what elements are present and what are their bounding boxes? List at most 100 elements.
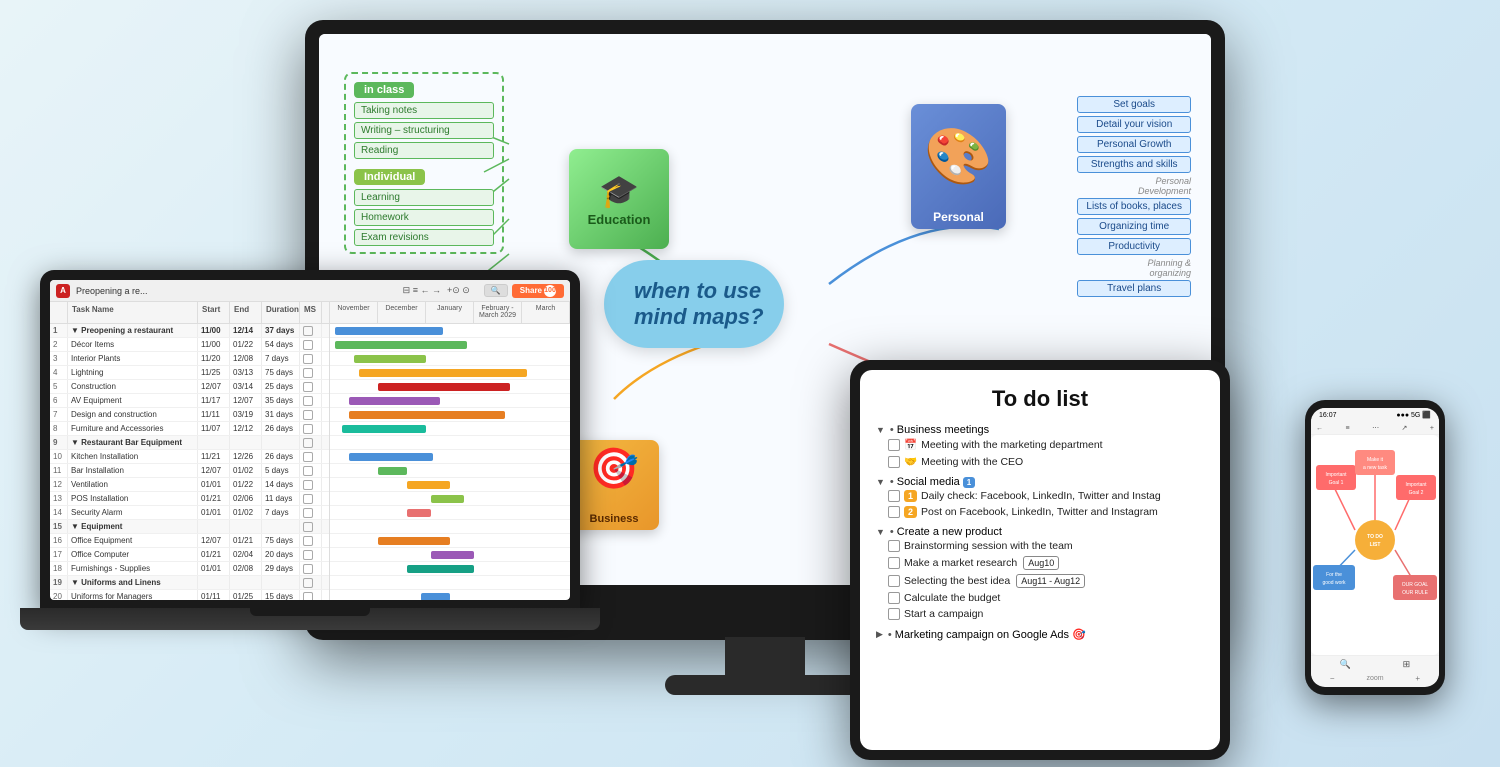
phone-menu[interactable]: ≡ [1345,425,1349,432]
phone-share[interactable]: ↗ [1402,424,1408,432]
section-toggle-sm[interactable]: ▼ • Social media 1 [876,476,1204,488]
time-nov: November [330,302,378,323]
table-row: 7 Design and construction 11/11 03/19 31… [50,408,329,422]
p-personal-growth: Personal Growth [1077,136,1191,153]
item-icon-1: 📅 [904,438,917,451]
item-text-3: Daily check: Facebook, LinkedIn, Twitter… [921,490,1161,502]
expand-arrow-cp: ▼ [876,527,885,537]
col-task: Task Name [68,302,198,323]
gantt-bar [359,369,527,377]
checkbox-8[interactable] [888,592,900,604]
time-dec: December [378,302,426,323]
checkbox-3[interactable] [888,490,900,502]
table-row: 10 Kitchen Installation 11/21 12/26 26 d… [50,450,329,464]
phone-home[interactable]: 🔍 [1340,659,1351,670]
time-jan: January [426,302,474,323]
checkbox-1[interactable] [888,439,900,451]
laptop-base-indent [250,608,370,616]
todo-content: To do list ▼ • Business meetings 📅 Meeti… [860,370,1220,663]
time-feb: February - March 2029 [474,302,522,323]
edu-exam: Exam revisions [354,229,494,246]
phone-zoom-minus[interactable]: − [1330,674,1335,683]
section-marketing: ▶ • Marketing campaign on Google Ads 🎯 [876,628,1204,641]
expand-arrow-mk: ▶ [876,629,883,640]
p-detail-vision: Detail your vision [1077,116,1191,133]
table-row: 12 Ventilation 01/01 01/22 14 days [50,478,329,492]
bar-row [330,352,570,366]
share-button[interactable]: Share 100 [512,284,564,298]
bullet-bm: • [890,424,894,436]
gantt-left-panel: Task Name Start End Duration MS 1 ▼ Preo… [50,302,330,600]
bar-row [330,324,570,338]
item-text-5: Brainstorming session with the team [904,540,1073,552]
edu-reading: Reading [354,142,494,159]
bar-row [330,562,570,576]
bullet-cp: • [890,526,894,538]
phone-zoom-plus[interactable]: + [1415,674,1420,683]
col-ms: MS [300,302,322,323]
individual-badge: Individual [354,169,425,185]
gantt-bar [407,565,474,573]
table-row: 16 Office Equipment 12/07 01/21 75 days [50,534,329,548]
social-badge: 1 [963,477,975,488]
phone-back[interactable]: ← [1316,425,1323,432]
tablet: To do list ▼ • Business meetings 📅 Meeti… [850,360,1230,760]
svg-text:OUR RULE: OUR RULE [1402,590,1429,596]
phone-search[interactable]: ⊞ [1403,659,1411,670]
checkbox-6[interactable] [888,557,900,569]
phone-signal: ●●● 5G ⬛ [1396,411,1431,419]
bar-row [330,450,570,464]
edu-writing: Writing – structuring [354,122,494,139]
search-button[interactable]: 🔍 [484,284,508,297]
gantt-header: A Preopening a re... ⊟ ≡ ← → +⊙ ⊙ 🔍 Shar… [50,280,570,302]
gantt-right-panel: November December January February - Mar… [330,302,570,600]
phone-body: 16:07 ●●● 5G ⬛ ← ≡ ⋯ ↗ + TO DO [1305,400,1445,695]
badge-post: 2 [904,506,917,518]
col-start: Start [198,302,230,323]
item-icon-2: 🤝 [904,455,917,468]
edu-homework: Homework [354,209,494,226]
gantt-bar [407,481,450,489]
phone-more[interactable]: ⋯ [1372,424,1379,432]
section-toggle-bm[interactable]: ▼ • Business meetings [876,424,1204,436]
svg-text:OUR GOAL: OUR GOAL [1402,582,1429,588]
item-text-7: Selecting the best idea [904,575,1010,587]
checkbox-5[interactable] [888,540,900,552]
bar-row [330,506,570,520]
p-dev-label: PersonalDevelopment [1077,176,1191,196]
table-row: 18 Furnishings - Supplies 01/01 02/08 29… [50,562,329,576]
todo-item-campaign: Start a campaign [876,606,1204,622]
checkbox-4[interactable] [888,506,900,518]
personal-image: 🎨 Personal [911,104,1006,229]
checkbox-7[interactable] [888,575,900,587]
laptop-screen-outer: A Preopening a re... ⊟ ≡ ← → +⊙ ⊙ 🔍 Shar… [40,270,580,610]
phone-mindmap-svg: TO DO LIST Important Goal 1 Make it [1311,435,1439,635]
phone-status-bar: 16:07 ●●● 5G ⬛ [1311,408,1439,422]
phone: 16:07 ●●● 5G ⬛ ← ≡ ⋯ ↗ + TO DO [1305,400,1445,695]
section-toggle-mk[interactable]: ▶ • Marketing campaign on Google Ads 🎯 [876,628,1204,641]
col-dur: Duration [262,302,300,323]
gantt-bar [349,397,440,405]
checkbox-9[interactable] [888,608,900,620]
todo-item-market-research: Make a market research Aug10 [876,554,1204,572]
todo-title: To do list [876,386,1204,412]
p-planning-label: Planning &organizing [1077,258,1191,278]
gantt-rows: 1 ▼ Preopening a restaurant 11/00 12/14 … [50,324,329,600]
checkbox-2[interactable] [888,456,900,468]
phone-mindmap: TO DO LIST Important Goal 1 Make it [1311,435,1439,655]
gantt-body: Task Name Start End Duration MS 1 ▼ Preo… [50,302,570,600]
bar-row [330,492,570,506]
gantt-toolbar: ⊟ ≡ ← → +⊙ ⊙ [403,285,470,296]
tablet-body: To do list ▼ • Business meetings 📅 Meeti… [850,360,1230,760]
monitor-stand-neck [725,637,805,675]
svg-text:a new task: a new task [1363,465,1387,471]
item-text-9: Start a campaign [904,608,983,620]
svg-text:TO DO: TO DO [1367,534,1383,540]
phone-close[interactable]: + [1430,425,1434,432]
google-icon: 🎯 [1072,628,1086,641]
todo-item-post: 2 Post on Facebook, LinkedIn, Twitter an… [876,504,1204,520]
gantt-bar [378,467,407,475]
gantt-bars [330,324,570,600]
section-toggle-cp[interactable]: ▼ • Create a new product [876,526,1204,538]
gantt-bar [349,411,505,419]
